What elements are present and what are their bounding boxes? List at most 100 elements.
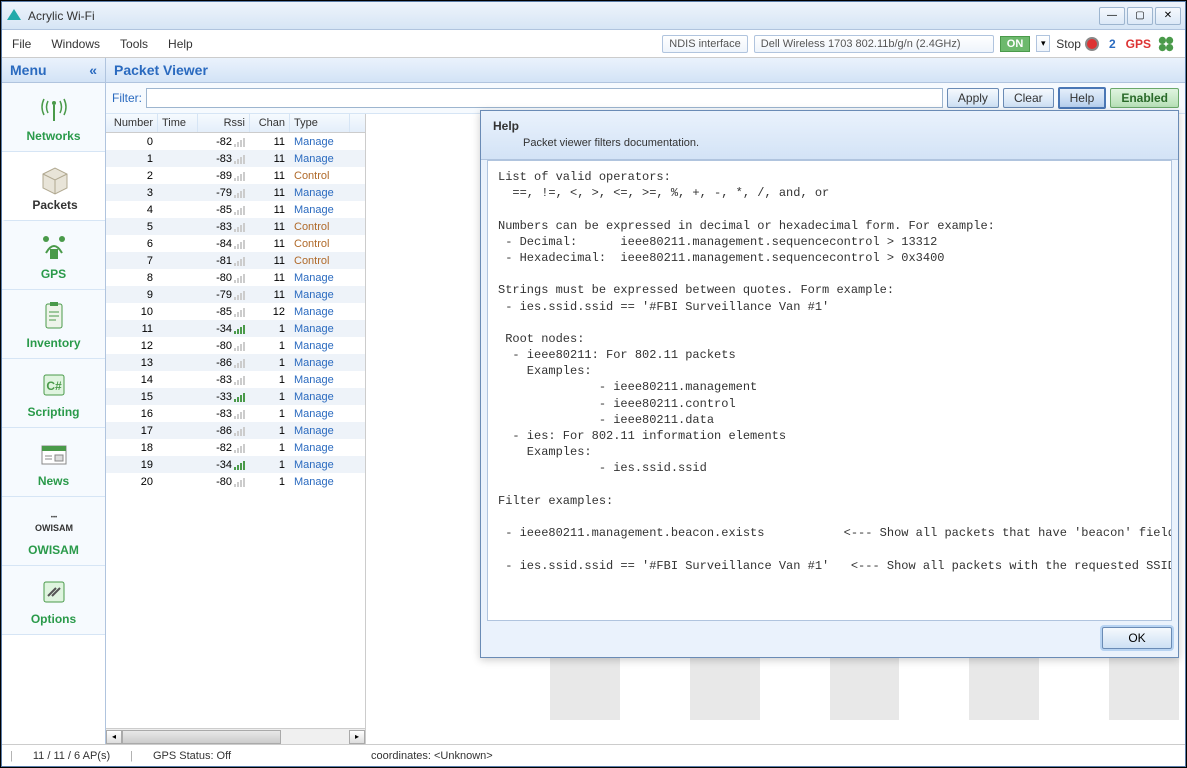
sidebar-item-options[interactable]: Options	[2, 566, 105, 635]
statusbar: | 11 / 11 / 6 AP(s) | GPS Status: Off co…	[2, 744, 1185, 766]
gps-indicator[interactable]: GPS	[1126, 37, 1151, 51]
collapse-icon[interactable]: «	[89, 62, 97, 78]
table-row[interactable]: 2-8911Control	[106, 167, 365, 184]
scroll-left-icon[interactable]: ◂	[106, 730, 122, 744]
packet-count: 2	[1109, 37, 1116, 51]
status-aps: 11 / 11 / 6 AP(s)	[33, 750, 110, 762]
ok-button[interactable]: OK	[1102, 627, 1172, 649]
svg-text:C#: C#	[46, 379, 62, 393]
sidebar-item-label: Options	[31, 612, 76, 626]
signal-icon	[234, 222, 245, 232]
packet-table: Number Time Rssi Chan Type 0-8211Manage1…	[106, 114, 366, 744]
sidebar-item-gps[interactable]: GPS	[2, 221, 105, 290]
antenna-icon	[34, 91, 74, 127]
sidebar-header[interactable]: Menu «	[2, 58, 105, 83]
table-row[interactable]: 16-831Manage	[106, 405, 365, 422]
menubar: File Windows Tools Help NDIS interface D…	[2, 30, 1185, 58]
table-row[interactable]: 5-8311Control	[106, 218, 365, 235]
table-row[interactable]: 18-821Manage	[106, 439, 365, 456]
sidebar-item-owisam[interactable]: •••OWISAM OWISAM	[2, 497, 105, 566]
help-button[interactable]: Help	[1058, 87, 1107, 109]
capture-dropdown[interactable]: ▾	[1036, 35, 1050, 52]
sidebar-item-label: GPS	[41, 267, 66, 281]
table-row[interactable]: 3-7911Manage	[106, 184, 365, 201]
table-header: Number Time Rssi Chan Type	[106, 114, 365, 133]
interface-type[interactable]: NDIS interface	[662, 35, 748, 53]
sidebar-item-scripting[interactable]: C#Scripting	[2, 359, 105, 428]
sidebar-item-networks[interactable]: Networks	[2, 83, 105, 152]
table-row[interactable]: 10-8512Manage	[106, 303, 365, 320]
close-button[interactable]: ✕	[1155, 7, 1181, 25]
signal-icon	[234, 324, 245, 334]
col-time[interactable]: Time	[158, 114, 198, 132]
sidebar-item-label: OWISAM	[28, 543, 79, 557]
col-number[interactable]: Number	[106, 114, 158, 132]
signal-icon	[234, 392, 245, 402]
filter-input[interactable]	[146, 88, 943, 108]
signal-icon	[234, 273, 245, 283]
svg-text:•••: •••	[50, 515, 56, 521]
signal-icon	[234, 205, 245, 215]
col-type[interactable]: Type	[290, 114, 350, 132]
table-row[interactable]: 19-341Manage	[106, 456, 365, 473]
menu-tools[interactable]: Tools	[120, 37, 148, 51]
signal-icon	[234, 290, 245, 300]
sidebar-item-news[interactable]: News	[2, 428, 105, 497]
enabled-button[interactable]: Enabled	[1110, 88, 1179, 108]
table-row[interactable]: 8-8011Manage	[106, 269, 365, 286]
minimize-button[interactable]: —	[1099, 7, 1125, 25]
owisam-icon: •••OWISAM	[34, 505, 74, 541]
horizontal-scrollbar[interactable]: ◂ ▸	[106, 728, 365, 744]
help-dialog-body[interactable]: List of valid operators: ==, !=, <, >, <…	[487, 160, 1172, 621]
sidebar-title: Menu	[10, 62, 47, 78]
col-chan[interactable]: Chan	[250, 114, 290, 132]
col-rssi[interactable]: Rssi	[198, 114, 250, 132]
sidebar-item-label: Packets	[32, 198, 77, 212]
stop-button[interactable]: Stop	[1056, 37, 1099, 51]
capture-on-badge[interactable]: ON	[1000, 36, 1031, 52]
menu-help[interactable]: Help	[168, 37, 193, 51]
table-row[interactable]: 0-8211Manage	[106, 133, 365, 150]
status-coords: coordinates: <Unknown>	[371, 750, 493, 762]
interface-select[interactable]: Dell Wireless 1703 802.11b/g/n (2.4GHz)	[754, 35, 994, 53]
signal-icon	[234, 426, 245, 436]
maximize-button[interactable]: ▢	[1127, 7, 1153, 25]
filter-label: Filter:	[112, 91, 142, 105]
satellite-icon	[34, 229, 74, 265]
app-icon	[6, 8, 22, 24]
table-row[interactable]: 6-8411Control	[106, 235, 365, 252]
scroll-right-icon[interactable]: ▸	[349, 730, 365, 744]
background-pattern	[480, 658, 1179, 720]
table-row[interactable]: 13-861Manage	[106, 354, 365, 371]
table-row[interactable]: 15-331Manage	[106, 388, 365, 405]
menu-windows[interactable]: Windows	[51, 37, 100, 51]
table-row[interactable]: 17-861Manage	[106, 422, 365, 439]
signal-icon	[234, 256, 245, 266]
sidebar-item-packets[interactable]: Packets	[2, 152, 105, 221]
table-row[interactable]: 7-8111Control	[106, 252, 365, 269]
table-row[interactable]: 1-8311Manage	[106, 150, 365, 167]
apply-button[interactable]: Apply	[947, 88, 999, 108]
status-gps: GPS Status: Off	[153, 750, 231, 762]
table-row[interactable]: 4-8511Manage	[106, 201, 365, 218]
menu-file[interactable]: File	[12, 37, 31, 51]
signal-icon	[234, 460, 245, 470]
clear-button[interactable]: Clear	[1003, 88, 1054, 108]
clipboard-icon	[34, 298, 74, 334]
signal-icon	[234, 375, 245, 385]
help-dialog-subtitle: Packet viewer filters documentation.	[493, 137, 1166, 149]
table-row[interactable]: 11-341Manage	[106, 320, 365, 337]
table-row[interactable]: 20-801Manage	[106, 473, 365, 490]
scroll-thumb[interactable]	[122, 730, 281, 744]
stop-label: Stop	[1056, 37, 1081, 51]
clover-icon[interactable]	[1157, 35, 1175, 53]
news-icon	[34, 436, 74, 472]
table-row[interactable]: 9-7911Manage	[106, 286, 365, 303]
main-panel: Packet Viewer Filter: Apply Clear Help E…	[106, 58, 1185, 744]
sidebar: Menu « Networks Packets GPS InventoryC#Scri…	[2, 58, 106, 744]
signal-icon	[234, 341, 245, 351]
table-row[interactable]: 12-801Manage	[106, 337, 365, 354]
sidebar-item-inventory[interactable]: Inventory	[2, 290, 105, 359]
titlebar[interactable]: Acrylic Wi-Fi — ▢ ✕	[2, 2, 1185, 30]
table-row[interactable]: 14-831Manage	[106, 371, 365, 388]
